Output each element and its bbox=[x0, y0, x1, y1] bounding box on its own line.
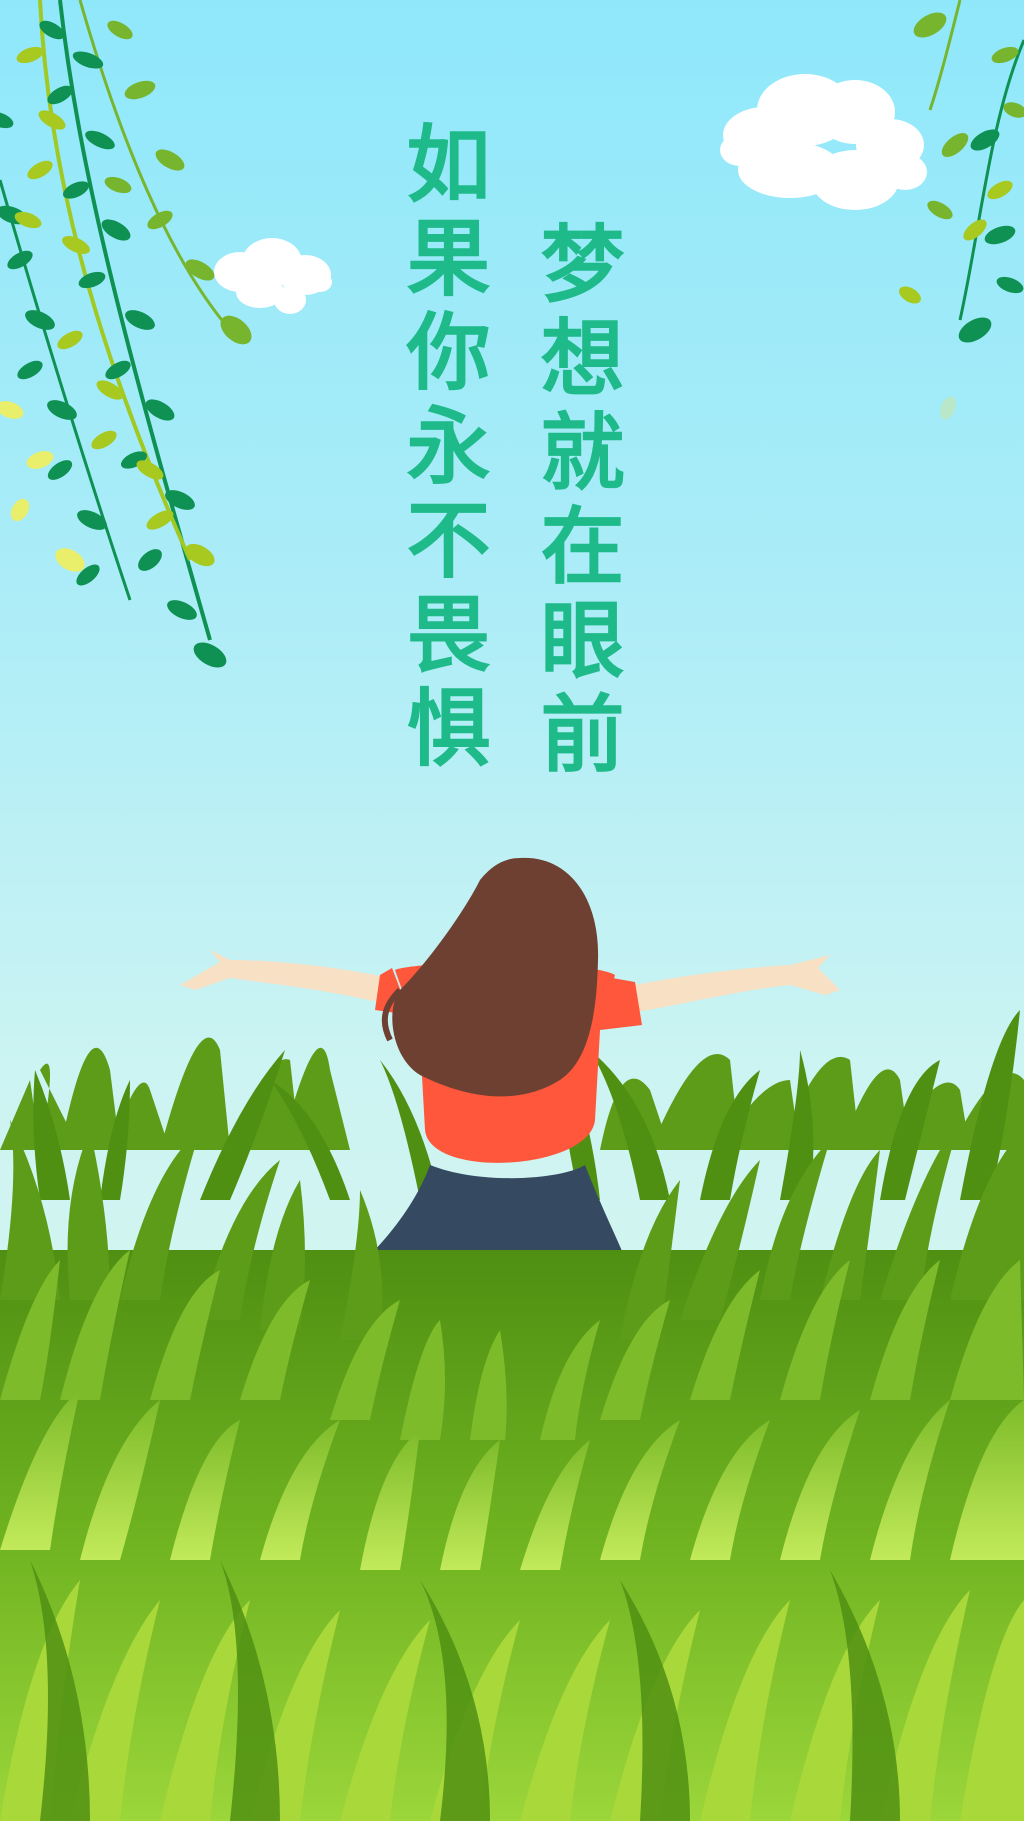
poem-line-1: 如果你永不畏惧 bbox=[393, 120, 492, 778]
poem-text-block: 如果你永不畏惧 梦想就在眼前 bbox=[0, 120, 1024, 820]
poster-scene: 如果你永不畏惧 梦想就在眼前 bbox=[0, 0, 1024, 1821]
poem-line-2: 梦想就在眼前 bbox=[527, 220, 626, 784]
